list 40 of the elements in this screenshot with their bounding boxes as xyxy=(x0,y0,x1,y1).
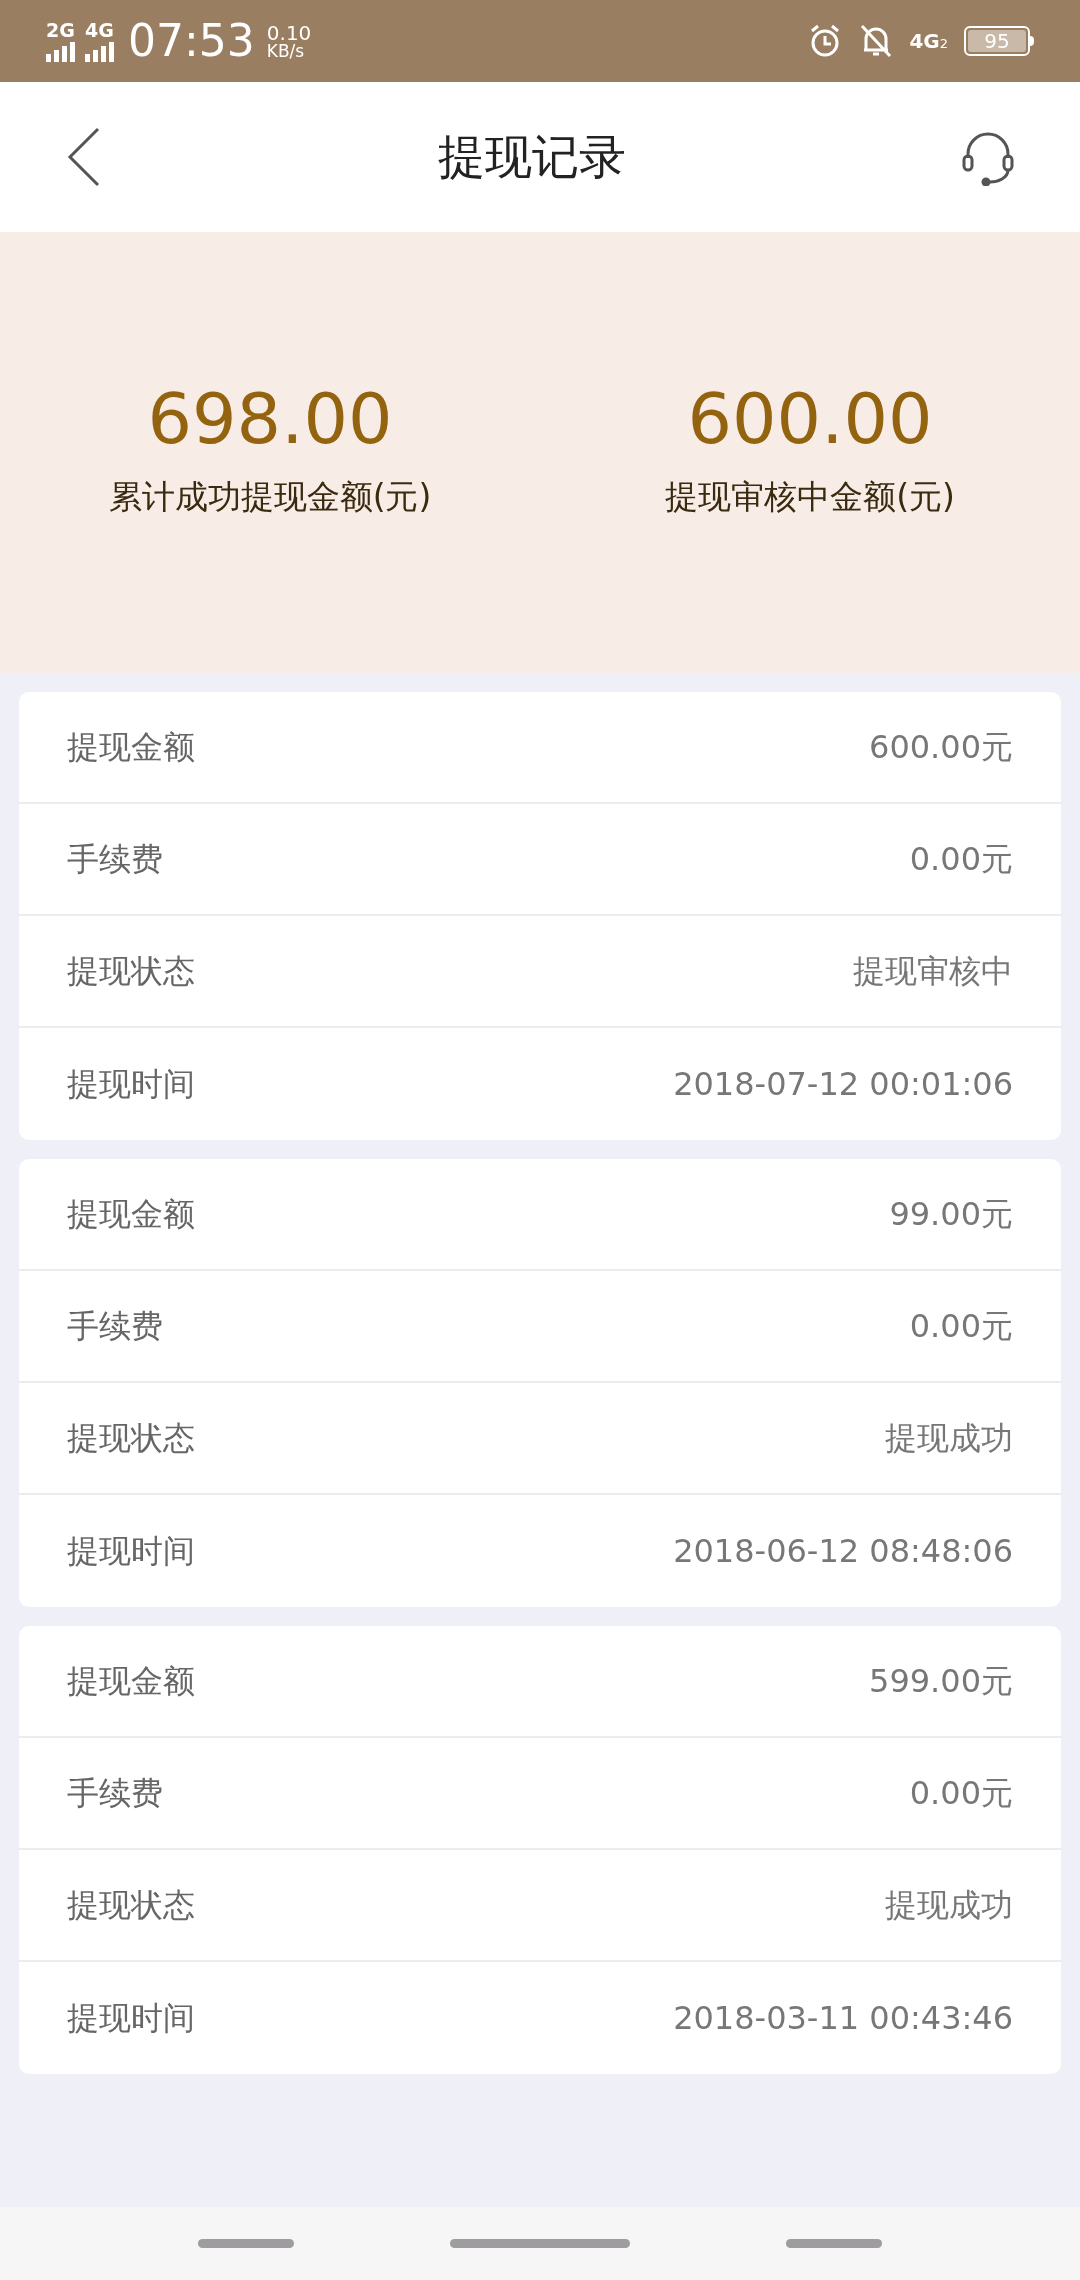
speed-unit: KB/s xyxy=(266,42,306,60)
field-value: 2018-07-12 00:01:06 xyxy=(673,1064,1013,1105)
field-label: 手续费 xyxy=(67,1773,163,1814)
field-label: 提现时间 xyxy=(67,1531,195,1572)
field-label: 提现时间 xyxy=(67,1998,195,2039)
field-label: 提现时间 xyxy=(67,1064,195,1105)
page-title: 提现记录 xyxy=(438,127,626,186)
sim-number: 2 xyxy=(939,37,948,50)
field-label: 提现状态 xyxy=(67,1418,195,1459)
field-value: 99.00元 xyxy=(889,1194,1013,1235)
field-label: 提现金额 xyxy=(67,1661,195,1702)
field-value: 0.00元 xyxy=(909,1773,1013,1814)
summary-amount: 600.00 xyxy=(687,383,933,454)
field-value: 提现成功 xyxy=(885,1885,1013,1926)
summary-label: 累计成功提现金额(元) xyxy=(108,475,432,518)
summary-label: 提现审核中金额(元) xyxy=(665,475,955,518)
nav-handle[interactable] xyxy=(786,2239,882,2248)
field-value: 0.00元 xyxy=(909,1306,1013,1347)
nav-handle[interactable] xyxy=(450,2239,630,2248)
field-value: 600.00元 xyxy=(869,727,1013,768)
field-value: 提现审核中 xyxy=(853,951,1013,992)
field-label: 提现金额 xyxy=(67,1194,195,1235)
clock: 07:53 xyxy=(128,19,255,63)
speed-text: 0.10 xyxy=(266,22,312,43)
field-value: 提现成功 xyxy=(885,1418,1013,1459)
field-label: 手续费 xyxy=(67,1306,163,1347)
battery-level: 95 xyxy=(984,31,1010,51)
field-value: 599.00元 xyxy=(869,1661,1013,1702)
back-icon[interactable] xyxy=(66,127,102,187)
field-value: 0.00元 xyxy=(909,839,1013,880)
field-label: 提现金额 xyxy=(67,727,195,768)
field-label: 提现状态 xyxy=(67,1885,195,1926)
field-value: 2018-06-12 08:48:06 xyxy=(673,1531,1013,1572)
field-value: 2018-03-11 00:43:46 xyxy=(673,1998,1013,2039)
nav-handle[interactable] xyxy=(198,2239,294,2248)
bell-off-icon xyxy=(859,23,894,59)
summary-amount: 698.00 xyxy=(147,383,393,454)
field-label: 提现状态 xyxy=(67,951,195,992)
network-type: 4G xyxy=(909,31,940,51)
field-label: 手续费 xyxy=(67,839,163,880)
